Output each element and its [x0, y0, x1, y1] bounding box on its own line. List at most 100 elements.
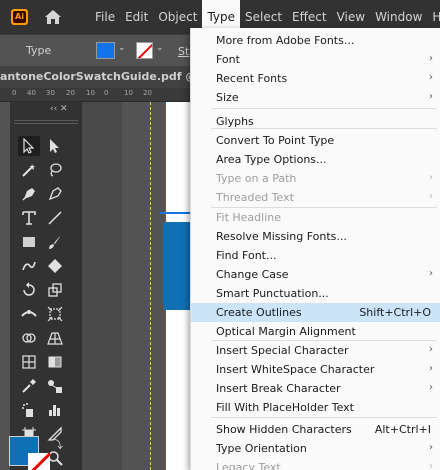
illustrator-logo[interactable]: Ai	[11, 9, 28, 25]
menu-item-label: Convert To Point Type	[216, 134, 335, 147]
tools-panel: ‹‹ ✕	[10, 102, 82, 470]
control-tool-label: Type	[26, 44, 52, 57]
stroke-swatch[interactable]	[136, 42, 153, 59]
menu-item-label: Optical Margin Alignment	[216, 325, 356, 338]
menu-item-create-outlines[interactable]: Create Outlines Shift+Ctrl+O	[191, 303, 440, 322]
menu-item-recent-fonts[interactable]: Recent Fonts ›	[191, 69, 440, 88]
menu-item-resolve-missing-fonts[interactable]: Resolve Missing Fonts...	[191, 227, 440, 246]
menu-item-font[interactable]: Font ›	[191, 50, 440, 69]
menu-edit[interactable]: Edit	[120, 0, 153, 34]
scale-tool-icon[interactable]	[44, 280, 66, 300]
menu-file[interactable]: File	[90, 0, 120, 34]
control-bar: Type ⌄ ⌄ St	[0, 34, 200, 66]
menu-separator	[211, 207, 437, 208]
menu-item-label: Size	[216, 91, 239, 104]
submenu-arrow-icon: ›	[429, 268, 433, 279]
stroke-color-icon[interactable]	[28, 453, 50, 470]
document-tab[interactable]: antoneColorSwatchGuide.pdf @ 25 % (C	[0, 66, 247, 88]
curvature-tool-icon[interactable]	[44, 184, 66, 204]
menu-item-change-case[interactable]: Change Case ›	[191, 265, 440, 284]
ruler-label: 40	[27, 89, 36, 97]
direct-selection-tool-icon[interactable]	[44, 136, 66, 156]
eyedropper-tool-icon[interactable]	[18, 376, 40, 396]
menu-item-optical-margin-alignment[interactable]: Optical Margin Alignment	[191, 322, 440, 341]
submenu-arrow-icon: ›	[429, 382, 433, 393]
menu-item-find-font[interactable]: Find Font...	[191, 246, 440, 265]
menu-separator	[211, 108, 437, 109]
menu-item-fill-with-placeholder-text[interactable]: Fill With PlaceHolder Text	[191, 398, 440, 417]
magic-wand-tool-icon[interactable]	[18, 160, 40, 180]
menu-item-label: Threaded Text	[216, 191, 294, 204]
collapse-panel-icon[interactable]: ‹‹ ✕	[50, 104, 68, 114]
menu-item-label: Smart Punctuation...	[216, 287, 329, 300]
free-transform-tool-icon[interactable]	[44, 304, 66, 324]
submenu-arrow-icon: ›	[429, 53, 433, 64]
lasso-tool-icon[interactable]	[44, 160, 66, 180]
paintbrush-tool-icon[interactable]	[44, 232, 66, 252]
menu-item-fit-headline: Fit Headline	[191, 208, 440, 227]
column-graph-tool-icon[interactable]	[44, 400, 66, 420]
type-menu-dropdown: More from Adobe Fonts... Font › Recent Font…	[190, 28, 440, 470]
submenu-arrow-icon: ›	[429, 72, 433, 83]
shaper-tool-icon[interactable]	[18, 256, 40, 276]
perspective-grid-tool-icon[interactable]	[44, 328, 66, 348]
eraser-tool-icon[interactable]	[44, 256, 66, 276]
stroke-label[interactable]: St	[178, 45, 189, 58]
menu-item-shortcut: Shift+Ctrl+O	[359, 306, 431, 319]
menu-item-area-type-options[interactable]: Area Type Options...	[191, 150, 440, 169]
mesh-tool-icon[interactable]	[18, 352, 40, 372]
swap-fill-stroke-icon[interactable]: ⤵	[52, 436, 63, 452]
menu-item-label: Show Hidden Characters	[216, 423, 352, 436]
menu-item-label: Resolve Missing Fonts...	[216, 230, 347, 243]
menu-item-label: Fit Headline	[216, 211, 282, 224]
type-tool-icon[interactable]	[18, 208, 40, 228]
shape-builder-tool-icon[interactable]	[18, 328, 40, 348]
ruler-label: 0	[12, 89, 17, 97]
rectangle-tool-icon[interactable]	[18, 232, 40, 252]
menu-item-size[interactable]: Size ›	[191, 88, 440, 107]
submenu-arrow-icon: ›	[429, 442, 433, 453]
menu-item-label: Change Case	[216, 268, 289, 281]
submenu-arrow-icon: ›	[429, 172, 433, 183]
selection-tool-icon[interactable]	[18, 136, 40, 156]
line-segment-tool-icon[interactable]	[44, 208, 66, 228]
pen-tool-icon[interactable]	[18, 184, 40, 204]
menu-item-label: Type on a Path	[216, 172, 297, 185]
menu-item-type-on-a-path: Type on a Path ›	[191, 169, 440, 188]
menu-item-label: Fill With PlaceHolder Text	[216, 401, 354, 414]
fill-dropdown-icon[interactable]: ⌄	[118, 43, 126, 53]
menu-item-threaded-text: Threaded Text ›	[191, 188, 440, 207]
stroke-dropdown-icon[interactable]: ⌄	[156, 43, 164, 53]
menu-item-insert-break-character[interactable]: Insert Break Character ›	[191, 379, 440, 398]
menu-item-more-from-adobe-fonts[interactable]: More from Adobe Fonts...	[191, 31, 440, 50]
menu-item-convert-to-point-type[interactable]: Convert To Point Type	[191, 131, 440, 150]
menu-item-label: Glyphs	[216, 115, 254, 128]
ruler-label: 10	[124, 89, 133, 97]
width-tool-icon[interactable]	[18, 304, 40, 324]
menu-item-label: Type Orientation	[216, 442, 307, 455]
menu-item-label: Create Outlines	[216, 306, 302, 319]
menu-item-legacy-text: Legacy Text ›	[191, 458, 440, 470]
ruler-label: 20	[143, 89, 152, 97]
blend-tool-icon[interactable]	[44, 376, 66, 396]
menu-item-label: Recent Fonts	[216, 72, 288, 85]
menu-item-type-orientation[interactable]: Type Orientation ›	[191, 439, 440, 458]
gradient-tool-icon[interactable]	[44, 352, 66, 372]
menu-item-show-hidden-characters[interactable]: Show Hidden Characters Alt+Ctrl+I	[191, 420, 440, 439]
menu-item-insert-whitespace-character[interactable]: Insert WhiteSpace Character ›	[191, 360, 440, 379]
fill-swatch[interactable]	[96, 42, 115, 59]
ruler-label: 20	[66, 89, 75, 97]
menu-item-smart-punctuation[interactable]: Smart Punctuation...	[191, 284, 440, 303]
app-logo-text: Ai	[13, 11, 26, 23]
symbol-sprayer-tool-icon[interactable]	[18, 400, 40, 420]
menu-item-insert-special-character[interactable]: Insert Special Character ›	[191, 341, 440, 360]
menu-item-label: Font	[216, 53, 240, 66]
menu-item-label: Find Font...	[216, 249, 277, 262]
panel-grip[interactable]	[14, 120, 78, 124]
rotate-tool-icon[interactable]	[18, 280, 40, 300]
menu-separator	[211, 417, 437, 418]
ruler-label: 0	[104, 89, 109, 97]
horizontal-ruler: 0 40 30 20 10 0 10 20	[0, 88, 200, 102]
pasteboard	[82, 102, 122, 470]
home-icon[interactable]	[44, 9, 62, 25]
